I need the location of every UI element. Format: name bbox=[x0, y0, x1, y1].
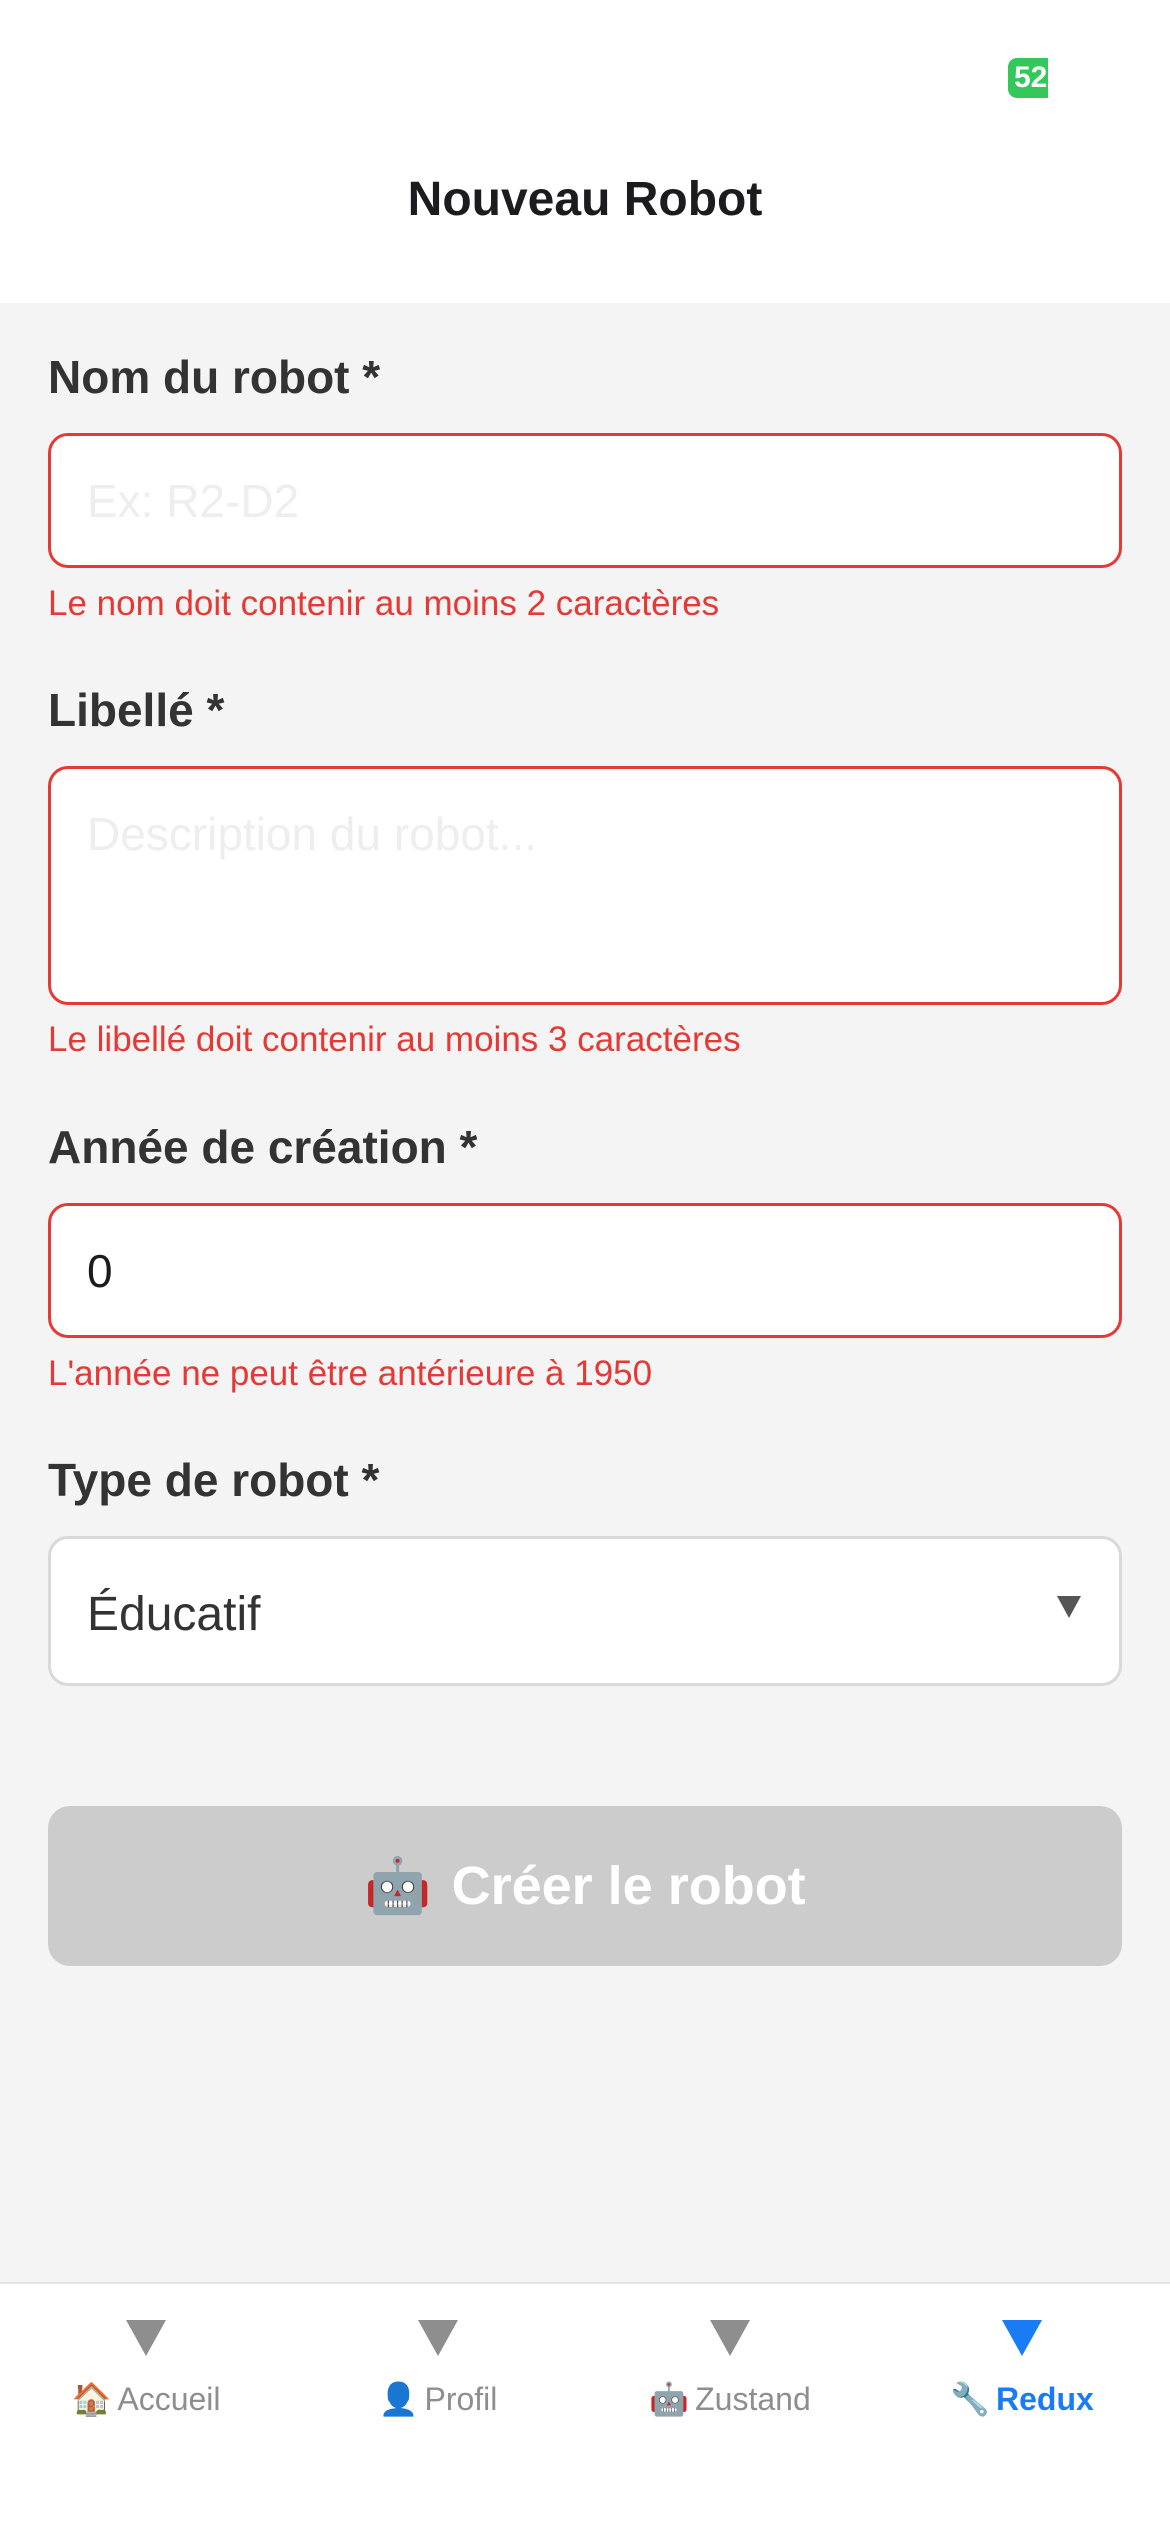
tab-zustand[interactable]: 🤖 Zustand bbox=[584, 2284, 876, 2532]
tab-arrow-icon bbox=[1002, 2320, 1042, 2356]
tab-profil[interactable]: 👤 Profil bbox=[292, 2284, 584, 2532]
libelle-label: Libellé * bbox=[48, 684, 225, 736]
page-title: Nouveau Robot bbox=[407, 173, 763, 226]
tab-arrow-icon bbox=[418, 2320, 458, 2356]
name-input[interactable] bbox=[48, 433, 1122, 568]
chevron-down-icon bbox=[1057, 1596, 1081, 1618]
tab-label: Accueil bbox=[117, 2381, 221, 2417]
robot-icon: 🤖 bbox=[364, 1855, 432, 1916]
year-error: L'année ne peut être antérieure à 1950 bbox=[48, 1354, 653, 1393]
name-label: Nom du robot * bbox=[48, 351, 381, 403]
tab-label: Profil bbox=[424, 2381, 498, 2417]
libelle-error: Le libellé doit contenir au moins 3 cara… bbox=[48, 1020, 741, 1059]
tab-label: Zustand bbox=[695, 2381, 811, 2417]
year-label: Année de création * bbox=[48, 1121, 478, 1173]
type-label: Type de robot * bbox=[48, 1454, 380, 1506]
home-icon: 🏠 bbox=[71, 2381, 112, 2417]
tab-label: Redux bbox=[996, 2381, 1094, 2417]
screen: 52 Nouveau Robot Nom du robot * Le nom d… bbox=[0, 0, 1170, 2532]
tab-arrow-icon bbox=[126, 2320, 166, 2356]
type-select-value: Éducatif bbox=[87, 1588, 261, 1641]
libelle-textarea[interactable] bbox=[48, 766, 1122, 1005]
user-icon: 👤 bbox=[378, 2381, 419, 2417]
create-robot-button[interactable]: 🤖 Créer le robot bbox=[48, 1806, 1122, 1966]
year-input[interactable] bbox=[48, 1203, 1122, 1338]
tab-accueil[interactable]: 🏠 Accueil bbox=[0, 2284, 292, 2532]
robot-icon: 🤖 bbox=[649, 2381, 690, 2417]
tab-redux[interactable]: 🔧 Redux bbox=[876, 2284, 1168, 2532]
header: 52 Nouveau Robot bbox=[0, 0, 1170, 303]
status-badge: 52 bbox=[1008, 58, 1048, 98]
name-error: Le nom doit contenir au moins 2 caractèr… bbox=[48, 584, 720, 623]
tab-bar: 🏠 Accueil 👤 Profil 🤖 Zustand 🔧 Redux bbox=[0, 2282, 1170, 2532]
type-select[interactable]: Éducatif bbox=[48, 1536, 1122, 1686]
wrench-icon: 🔧 bbox=[950, 2381, 991, 2417]
tab-arrow-icon bbox=[710, 2320, 750, 2356]
create-robot-label: Créer le robot bbox=[451, 1856, 806, 1916]
